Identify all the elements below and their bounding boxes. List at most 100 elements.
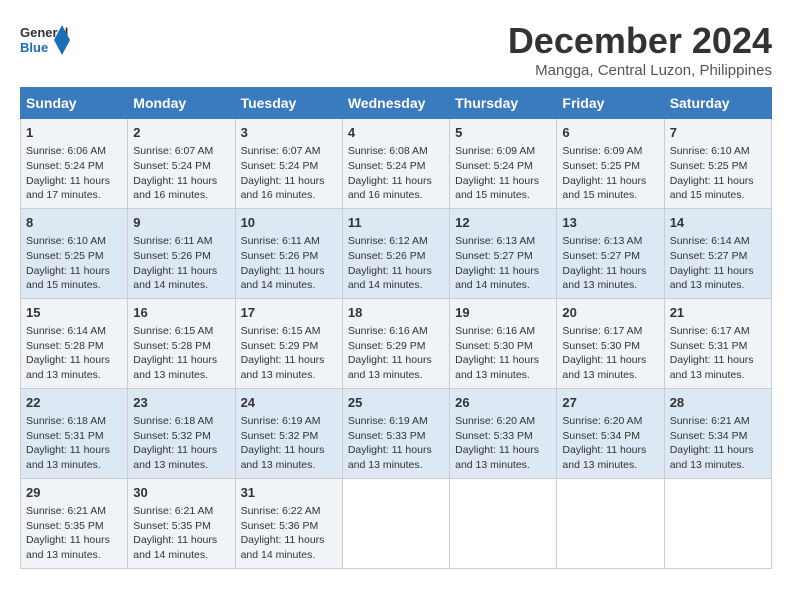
daylight-text: Daylight: 11 hours and 14 minutes. — [133, 534, 217, 561]
sunset-text: Sunset: 5:26 PM — [133, 250, 211, 262]
sunrise-text: Sunrise: 6:22 AM — [241, 505, 321, 517]
calendar-week-row: 8Sunrise: 6:10 AMSunset: 5:25 PMDaylight… — [21, 208, 772, 298]
calendar-day-cell: 28Sunrise: 6:21 AMSunset: 5:34 PMDayligh… — [664, 388, 771, 478]
daylight-text: Daylight: 11 hours and 16 minutes. — [348, 175, 432, 202]
daylight-text: Daylight: 11 hours and 13 minutes. — [670, 265, 754, 292]
sunrise-text: Sunrise: 6:13 AM — [455, 235, 535, 247]
day-number: 1 — [26, 124, 122, 142]
daylight-text: Daylight: 11 hours and 13 minutes. — [455, 444, 539, 471]
sunset-text: Sunset: 5:29 PM — [348, 340, 426, 352]
header-wednesday: Wednesday — [342, 88, 449, 119]
sunset-text: Sunset: 5:34 PM — [562, 430, 640, 442]
day-number: 13 — [562, 214, 658, 232]
header-tuesday: Tuesday — [235, 88, 342, 119]
day-number: 25 — [348, 394, 444, 412]
daylight-text: Daylight: 11 hours and 13 minutes. — [26, 354, 110, 381]
daylight-text: Daylight: 11 hours and 15 minutes. — [670, 175, 754, 202]
sunrise-text: Sunrise: 6:06 AM — [26, 145, 106, 157]
calendar-day-cell: 2Sunrise: 6:07 AMSunset: 5:24 PMDaylight… — [128, 119, 235, 209]
sunset-text: Sunset: 5:24 PM — [26, 160, 104, 172]
page-header: General Blue December 2024 Mangga, Centr… — [20, 20, 772, 79]
month-title: December 2024 — [508, 20, 772, 62]
calendar-day-cell: 16Sunrise: 6:15 AMSunset: 5:28 PMDayligh… — [128, 298, 235, 388]
calendar-day-cell: 13Sunrise: 6:13 AMSunset: 5:27 PMDayligh… — [557, 208, 664, 298]
day-number: 9 — [133, 214, 229, 232]
sunset-text: Sunset: 5:28 PM — [133, 340, 211, 352]
sunset-text: Sunset: 5:32 PM — [133, 430, 211, 442]
sunrise-text: Sunrise: 6:16 AM — [348, 325, 428, 337]
sunset-text: Sunset: 5:26 PM — [241, 250, 319, 262]
sunset-text: Sunset: 5:26 PM — [348, 250, 426, 262]
sunset-text: Sunset: 5:35 PM — [133, 520, 211, 532]
sunrise-text: Sunrise: 6:18 AM — [26, 415, 106, 427]
sunset-text: Sunset: 5:25 PM — [26, 250, 104, 262]
sunrise-text: Sunrise: 6:21 AM — [26, 505, 106, 517]
sunrise-text: Sunrise: 6:11 AM — [241, 235, 320, 247]
day-number: 18 — [348, 304, 444, 322]
sunrise-text: Sunrise: 6:18 AM — [133, 415, 213, 427]
calendar-day-cell: 24Sunrise: 6:19 AMSunset: 5:32 PMDayligh… — [235, 388, 342, 478]
daylight-text: Daylight: 11 hours and 16 minutes. — [241, 175, 325, 202]
daylight-text: Daylight: 11 hours and 13 minutes. — [455, 354, 539, 381]
calendar-day-cell: 17Sunrise: 6:15 AMSunset: 5:29 PMDayligh… — [235, 298, 342, 388]
day-number: 29 — [26, 484, 122, 502]
sunset-text: Sunset: 5:30 PM — [562, 340, 640, 352]
logo: General Blue — [20, 20, 70, 60]
calendar-week-row: 15Sunrise: 6:14 AMSunset: 5:28 PMDayligh… — [21, 298, 772, 388]
sunrise-text: Sunrise: 6:17 AM — [562, 325, 642, 337]
day-number: 6 — [562, 124, 658, 142]
daylight-text: Daylight: 11 hours and 15 minutes. — [26, 265, 110, 292]
sunset-text: Sunset: 5:33 PM — [348, 430, 426, 442]
sunset-text: Sunset: 5:30 PM — [455, 340, 533, 352]
sunrise-text: Sunrise: 6:08 AM — [348, 145, 428, 157]
day-number: 28 — [670, 394, 766, 412]
daylight-text: Daylight: 11 hours and 14 minutes. — [133, 265, 217, 292]
calendar-day-cell: 7Sunrise: 6:10 AMSunset: 5:25 PMDaylight… — [664, 119, 771, 209]
title-block: December 2024 Mangga, Central Luzon, Phi… — [508, 20, 772, 79]
sunrise-text: Sunrise: 6:12 AM — [348, 235, 428, 247]
sunset-text: Sunset: 5:24 PM — [348, 160, 426, 172]
day-number: 3 — [241, 124, 337, 142]
day-number: 10 — [241, 214, 337, 232]
sunset-text: Sunset: 5:28 PM — [26, 340, 104, 352]
daylight-text: Daylight: 11 hours and 16 minutes. — [133, 175, 217, 202]
sunset-text: Sunset: 5:36 PM — [241, 520, 319, 532]
sunrise-text: Sunrise: 6:13 AM — [562, 235, 642, 247]
sunset-text: Sunset: 5:24 PM — [133, 160, 211, 172]
sunrise-text: Sunrise: 6:07 AM — [133, 145, 213, 157]
daylight-text: Daylight: 11 hours and 15 minutes. — [455, 175, 539, 202]
calendar-day-cell: 9 Sunrise: 6:11 AM Sunset: 5:26 PM Daylight… — [128, 208, 235, 298]
day-number: 17 — [241, 304, 337, 322]
header-sunday: Sunday — [21, 88, 128, 119]
daylight-text: Daylight: 11 hours and 13 minutes. — [241, 444, 325, 471]
sunset-text: Sunset: 5:27 PM — [562, 250, 640, 262]
day-number: 16 — [133, 304, 229, 322]
daylight-text: Daylight: 11 hours and 17 minutes. — [26, 175, 110, 202]
calendar-day-cell: 6Sunrise: 6:09 AMSunset: 5:25 PMDaylight… — [557, 119, 664, 209]
calendar-day-cell: 18 Sunrise: 6:16 AM Sunset: 5:29 PM Dayligh… — [342, 298, 449, 388]
sunset-text: Sunset: 5:27 PM — [670, 250, 748, 262]
day-number: 27 — [562, 394, 658, 412]
sunrise-text: Sunrise: 6:15 AM — [241, 325, 321, 337]
header-thursday: Thursday — [450, 88, 557, 119]
sunset-text: Sunset: 5:24 PM — [455, 160, 533, 172]
sunrise-text: Sunrise: 6:20 AM — [562, 415, 642, 427]
sunrise-text: Sunrise: 6:16 AM — [455, 325, 535, 337]
day-number: 8 — [26, 214, 122, 232]
calendar-day-cell: 22Sunrise: 6:18 AMSunset: 5:31 PMDayligh… — [21, 388, 128, 478]
sunset-text: Sunset: 5:34 PM — [670, 430, 748, 442]
header-friday: Friday — [557, 88, 664, 119]
calendar-day-cell: 10Sunrise: 6:11 AMSunset: 5:26 PMDayligh… — [235, 208, 342, 298]
day-number: 31 — [241, 484, 337, 502]
day-number: 22 — [26, 394, 122, 412]
sunset-text: Sunset: 5:31 PM — [26, 430, 104, 442]
sunset-text: Sunset: 5:24 PM — [241, 160, 319, 172]
sunset-text: Sunset: 5:25 PM — [562, 160, 640, 172]
sunrise-text: Sunrise: 6:11 AM — [133, 235, 212, 247]
calendar-week-row: 29 Sunrise: 6:21 AM Sunset: 5:35 PM Dayligh… — [21, 478, 772, 568]
sunset-text: Sunset: 5:32 PM — [241, 430, 319, 442]
calendar-day-cell: 5Sunrise: 6:09 AMSunset: 5:24 PMDaylight… — [450, 119, 557, 209]
calendar-day-cell: 31Sunrise: 6:22 AMSunset: 5:36 PMDayligh… — [235, 478, 342, 568]
sunrise-text: Sunrise: 6:21 AM — [133, 505, 213, 517]
daylight-text: Daylight: 11 hours and 13 minutes. — [348, 354, 432, 381]
